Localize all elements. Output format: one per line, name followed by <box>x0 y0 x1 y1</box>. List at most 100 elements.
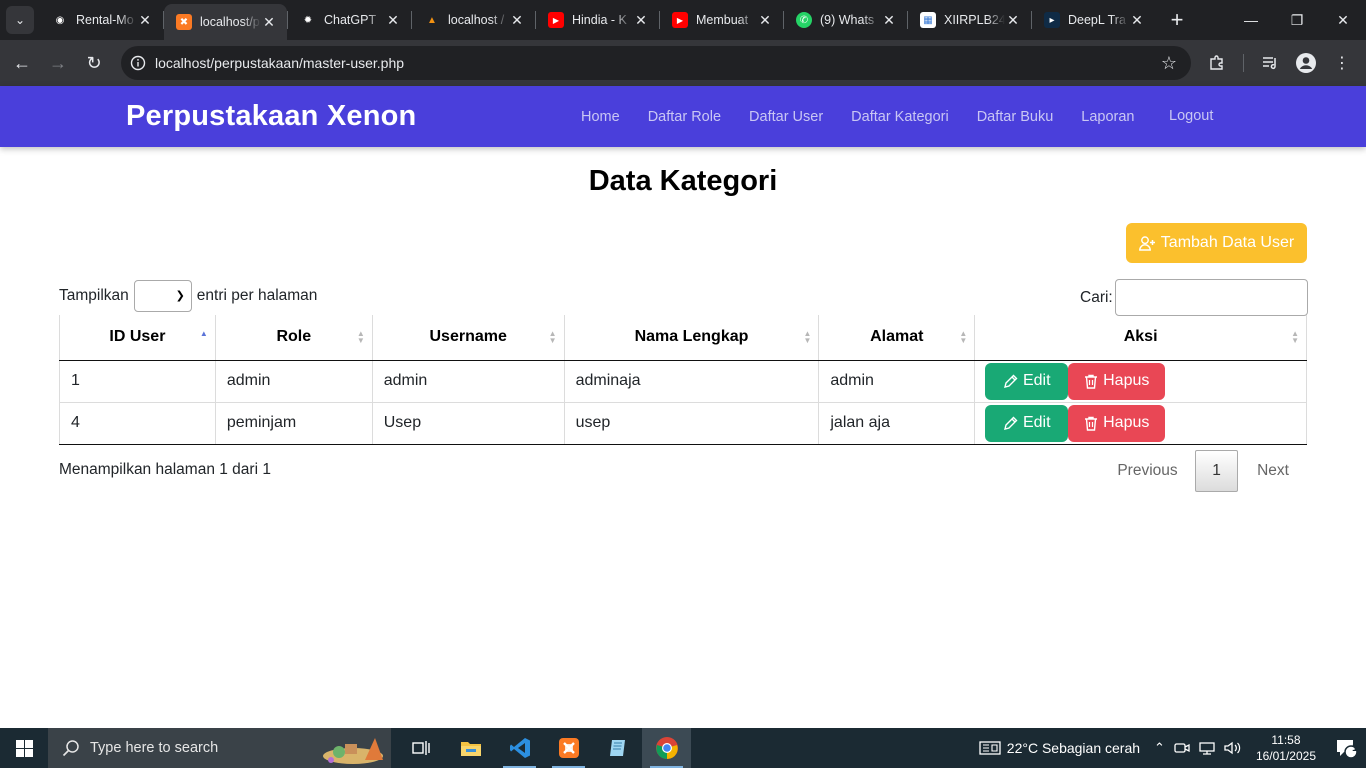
browser-toolbar: ← → ↻ localhost/perpustakaan/master-user… <box>0 40 1366 86</box>
meet-now-icon[interactable] <box>1174 741 1190 755</box>
tab-close-icon[interactable]: ✕ <box>633 12 649 29</box>
volume-icon[interactable] <box>1224 741 1242 755</box>
browser-tab[interactable]: ◉ Rental-Mo ✕ <box>40 0 163 40</box>
add-user-label: Tambah Data User <box>1160 234 1295 251</box>
taskbar-notepad-app[interactable] <box>593 728 642 768</box>
browser-tab[interactable]: ✖ localhost/p ✕ <box>164 4 287 40</box>
tab-close-icon[interactable]: ✕ <box>881 12 897 29</box>
taskbar-file-explorer[interactable] <box>446 728 495 768</box>
clock-time: 11:58 <box>1271 733 1301 747</box>
profile-avatar-icon[interactable] <box>1288 45 1324 81</box>
browser-tab-title: Rental-Mo <box>76 13 134 27</box>
restore-button[interactable]: ❐ <box>1274 0 1320 40</box>
column-header-nama-lengkap[interactable]: Nama Lengkap ▲ ▼ <box>564 315 820 361</box>
column-header-role[interactable]: Role ▲ ▼ <box>215 315 373 361</box>
delete-button[interactable]: Hapus <box>1068 404 1166 442</box>
weather-text[interactable]: 22°C Sebagian cerah <box>1007 740 1140 756</box>
table-row: 4 peminjam Usep usep jalan aja Edit Hapus <box>59 402 1307 445</box>
reload-button[interactable]: ↻ <box>76 45 112 81</box>
search-input[interactable] <box>1114 279 1308 316</box>
cell-alamat: admin <box>818 360 976 403</box>
nav-link-daftar-role[interactable]: Daftar Role <box>648 109 721 125</box>
taskbar-search-box[interactable]: Type here to search <box>48 728 391 768</box>
chevron-up-icon[interactable]: ⌃ <box>1154 740 1165 756</box>
browser-tab[interactable]: ✆ (9) Whats ✕ <box>784 0 907 40</box>
address-bar[interactable]: localhost/perpustakaan/master-user.php ☆ <box>121 46 1191 80</box>
pagination-next[interactable]: Next <box>1238 462 1308 480</box>
column-header-aksi[interactable]: Aksi ▲ ▼ <box>974 315 1307 361</box>
column-header-label: Role <box>276 328 312 346</box>
taskbar-clock[interactable]: 11:58 16/01/2025 <box>1256 732 1316 764</box>
delete-button[interactable]: Hapus <box>1068 362 1166 400</box>
pagination-page-current[interactable]: 1 <box>1195 450 1238 492</box>
column-header-label: Alamat <box>870 328 924 346</box>
tab-close-icon[interactable]: ✕ <box>137 12 153 29</box>
pagination: Previous 1 Next <box>1100 450 1308 492</box>
browser-menu-icon[interactable]: ⋮ <box>1324 45 1360 81</box>
taskbar-chrome[interactable] <box>642 728 691 768</box>
folder-icon <box>460 742 481 756</box>
tab-close-icon[interactable]: ✕ <box>385 12 401 29</box>
minimize-button[interactable]: — <box>1228 0 1274 40</box>
column-header-id-user[interactable]: ID User ▲ <box>59 315 216 361</box>
column-header-alamat[interactable]: Alamat ▲ ▼ <box>818 315 976 361</box>
tab-search-button[interactable]: ⌄ <box>6 6 34 34</box>
browser-tab-title: XIIRPLB24 <box>944 13 1005 27</box>
browser-tab-title: (9) Whats <box>820 13 875 27</box>
browser-tabstrip: ⌄ ◉ Rental-Mo ✕ ✖ localhost/p ✕ ✹ ChatGPT ✕ ▲ loca… <box>0 0 1366 40</box>
network-icon[interactable] <box>1199 741 1215 755</box>
nav-link-daftar-kategori[interactable]: Daftar Kategori <box>851 109 949 125</box>
nav-link-laporan[interactable]: Laporan <box>1081 109 1134 125</box>
edit-button[interactable]: Edit <box>985 362 1069 400</box>
nav-link-home[interactable]: Home <box>581 109 620 125</box>
task-view-button[interactable] <box>397 728 446 768</box>
arrow-right-icon: → <box>49 52 67 73</box>
browser-tab[interactable]: ▲ localhost / ✕ <box>412 0 535 40</box>
close-window-button[interactable]: ✕ <box>1320 0 1366 40</box>
cell-aksi: Edit Hapus <box>974 360 1307 403</box>
tab-close-icon[interactable]: ✕ <box>261 14 277 31</box>
site-info-icon[interactable] <box>121 55 155 71</box>
taskbar-vscode[interactable] <box>495 728 544 768</box>
back-button[interactable]: ← <box>4 45 40 81</box>
arrow-left-icon: ← <box>13 52 31 73</box>
windows-taskbar: Type here to search 22°C Sebagian cerah … <box>0 728 1366 768</box>
notebook-icon <box>609 740 625 756</box>
browser-tab[interactable]: ▶ Hindia - K ✕ <box>536 0 659 40</box>
browser-tab[interactable]: ▸ DeepL Tra ✕ <box>1032 0 1155 40</box>
table-search-control: Cari: <box>1080 279 1308 316</box>
notification-center-button[interactable]: 1 <box>1326 728 1366 768</box>
tab-close-icon[interactable]: ✕ <box>1129 12 1145 29</box>
tab-close-icon[interactable]: ✕ <box>1005 12 1021 29</box>
tab-close-icon[interactable]: ✕ <box>509 12 525 29</box>
nav-link-daftar-user[interactable]: Daftar User <box>749 109 823 125</box>
url-text[interactable]: localhost/perpustakaan/master-user.php <box>155 55 404 71</box>
browser-tab[interactable]: ▶ Membuat ✕ <box>660 0 783 40</box>
bookmark-star-icon[interactable]: ☆ <box>1161 53 1177 74</box>
new-tab-button[interactable]: + <box>1163 6 1191 34</box>
entries-per-page-select[interactable]: ❯ <box>133 280 192 312</box>
edit-button[interactable]: Edit <box>985 404 1069 442</box>
delete-label: Hapus <box>1103 372 1150 389</box>
column-header-username[interactable]: Username ▲ ▼ <box>372 315 565 361</box>
add-user-button[interactable]: Tambah Data User <box>1126 223 1307 263</box>
window-controls: — ❐ ✕ <box>1228 0 1366 40</box>
browser-tab-title: localhost / <box>448 13 505 27</box>
media-control-icon[interactable] <box>1252 45 1288 81</box>
search-icon <box>62 740 79 757</box>
browser-tab-title: ChatGPT <box>324 13 377 27</box>
cell-username: Usep <box>372 402 565 445</box>
start-button[interactable] <box>0 728 48 768</box>
nav-link-daftar-buku[interactable]: Daftar Buku <box>977 109 1054 125</box>
taskbar-xampp[interactable] <box>544 728 593 768</box>
forward-button[interactable]: → <box>40 45 76 81</box>
brand-title[interactable]: Perpustakaan Xenon <box>126 100 416 133</box>
weather-widget-icon[interactable] <box>979 740 1001 756</box>
pagination-previous[interactable]: Previous <box>1100 462 1195 480</box>
extensions-icon[interactable] <box>1199 45 1235 81</box>
nav-logout-link[interactable]: Logout <box>1169 108 1213 124</box>
tab-close-icon[interactable]: ✕ <box>757 12 773 29</box>
browser-tab[interactable]: ✹ ChatGPT ✕ <box>288 0 411 40</box>
browser-tab[interactable]: ▦ XIIRPLB24 ✕ <box>908 0 1031 40</box>
trash-icon <box>1085 416 1098 431</box>
